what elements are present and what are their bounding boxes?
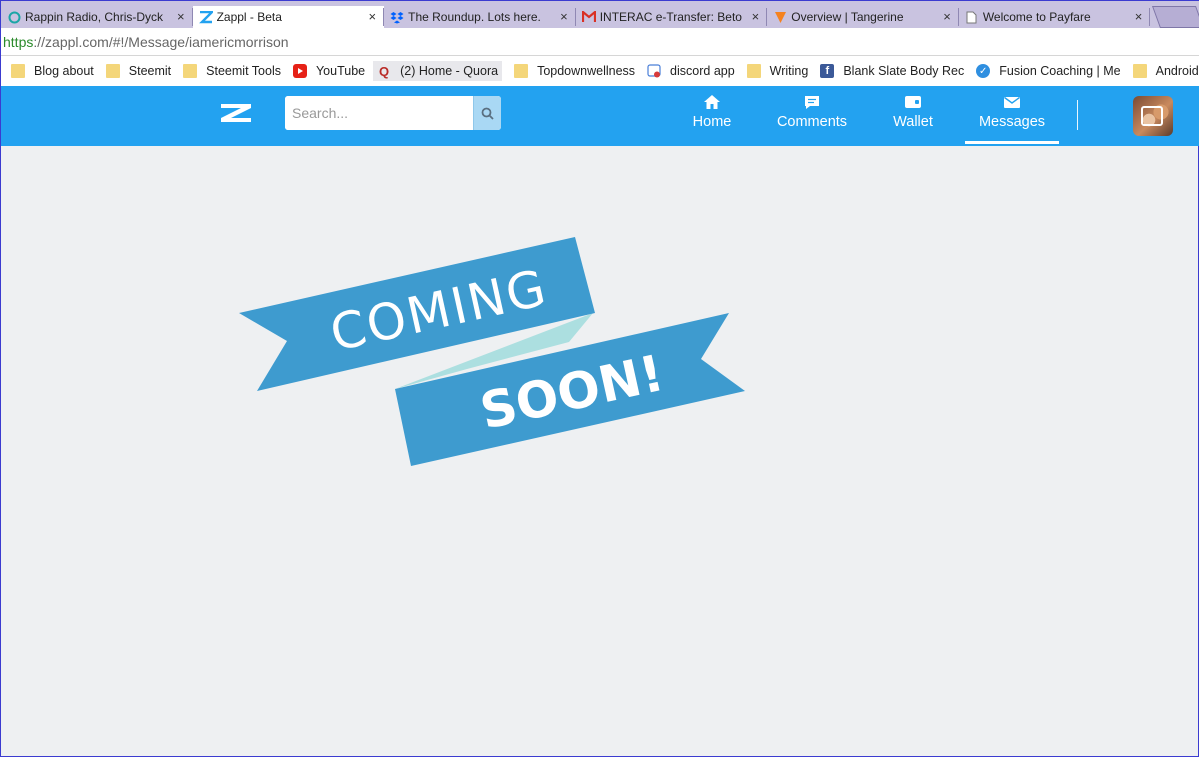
search-input[interactable] — [285, 96, 473, 130]
gmail-icon — [581, 10, 596, 24]
zappl-logo[interactable] — [221, 99, 251, 127]
bookmark-label: Writing — [769, 64, 809, 78]
bookmark-discord[interactable]: discord app — [647, 64, 735, 78]
nav-label: Home — [692, 114, 732, 130]
wallet-icon — [904, 94, 922, 110]
comment-icon — [804, 94, 820, 110]
close-icon[interactable]: × — [177, 9, 185, 24]
tab-title: Rappin Radio, Chris-Dyck — [25, 10, 164, 24]
bookmark-topdownwellness[interactable]: Topdownwellness — [514, 64, 635, 78]
bookmark-blank-slate[interactable]: f Blank Slate Body Rec — [820, 64, 964, 78]
folder-icon — [11, 64, 25, 78]
browser-tab[interactable]: The Roundup. Lots here. × — [384, 6, 576, 28]
check-icon: ✓ — [976, 64, 991, 78]
search-box — [285, 96, 501, 130]
bookmark-android[interactable]: Android — [1132, 64, 1199, 78]
nav-divider — [1077, 100, 1078, 130]
browser-tab[interactable]: Overview | Tangerine × — [767, 6, 959, 28]
nav-wallet[interactable]: Wallet — [890, 86, 936, 146]
nav-comments[interactable]: Comments — [773, 86, 851, 146]
bookmark-label: YouTube — [315, 64, 366, 78]
browser-tab-active[interactable]: Zappl - Beta × — [192, 6, 385, 28]
nav-label: Messages — [978, 114, 1046, 130]
coming-soon-banner: COMING SOON! — [239, 237, 745, 466]
bookmark-label: Android — [1155, 64, 1199, 78]
close-icon[interactable]: × — [752, 9, 760, 24]
bookmark-blog-about[interactable]: Blog about — [11, 64, 94, 78]
browser-tab[interactable]: Rappin Radio, Chris-Dyck × — [1, 6, 193, 28]
url-scheme: https — [3, 33, 34, 50]
close-icon[interactable]: × — [943, 9, 951, 24]
close-icon[interactable]: × — [369, 9, 377, 24]
folder-icon — [105, 64, 120, 78]
folder-icon — [746, 64, 761, 78]
circle-arrow-icon — [7, 10, 21, 24]
bookmark-youtube[interactable]: YouTube — [292, 64, 366, 78]
search-icon — [481, 107, 494, 120]
url-path: ://zappl.com/#!/Message/iamericmorrison — [33, 33, 289, 50]
browser-tab-strip: Rappin Radio, Chris-Dyck × Zappl - Beta … — [1, 1, 1199, 28]
bookmark-label: (2) Home - Quora — [400, 64, 499, 78]
bookmark-label: Topdownwellness — [537, 64, 636, 78]
folder-icon — [514, 64, 529, 78]
tab-title: Overview | Tangerine — [791, 10, 904, 24]
quora-icon: Q — [379, 63, 390, 79]
bookmark-steemit-tools[interactable]: Steemit Tools — [183, 64, 281, 78]
bookmark-label: Steemit Tools — [206, 64, 281, 78]
envelope-icon — [1003, 94, 1021, 110]
browser-tab[interactable]: INTERAC e-Transfer: Beto × — [576, 6, 768, 28]
bookmark-writing[interactable]: Writing — [746, 64, 809, 78]
page-icon — [965, 10, 979, 24]
bookmark-fusion-coaching[interactable]: ✓ Fusion Coaching | Me — [976, 64, 1121, 78]
tab-title: INTERAC e-Transfer: Beto — [599, 10, 742, 24]
bookmark-label: discord app — [670, 64, 735, 78]
search-button[interactable] — [473, 96, 501, 130]
app-navbar: Home Comments Wallet Messages — [1, 86, 1199, 146]
bookmark-label: Fusion Coaching | Me — [999, 64, 1121, 78]
user-avatar[interactable] — [1133, 96, 1173, 136]
bookmark-label: Steemit — [128, 64, 172, 78]
home-icon — [703, 94, 721, 110]
bookmark-label: Blank Slate Body Rec — [843, 64, 965, 78]
avatar-graphic — [1141, 106, 1163, 126]
folder-icon — [183, 64, 198, 78]
tab-title: Welcome to Payfare — [982, 10, 1091, 24]
bookmarks-bar: Blog about Steemit Steemit Tools YouTube… — [1, 56, 1199, 86]
bookmark-quora[interactable]: Q (2) Home - Quora — [373, 61, 503, 81]
facebook-icon: f — [820, 64, 835, 78]
nav-label: Comments — [776, 114, 848, 130]
tab-title: Zappl - Beta — [216, 10, 282, 24]
folder-icon — [1132, 64, 1147, 78]
browser-tab[interactable]: Welcome to Payfare × — [959, 6, 1151, 28]
tab-title: The Roundup. Lots here. — [408, 10, 541, 24]
nav-home[interactable]: Home — [687, 86, 737, 146]
address-bar[interactable]: https://zappl.com/#!/Message/iamericmorr… — [1, 28, 1199, 56]
youtube-icon — [292, 64, 307, 78]
dropbox-icon — [390, 10, 404, 24]
tangerine-icon — [773, 10, 787, 24]
close-icon[interactable]: × — [1135, 9, 1143, 24]
bookmark-steemit[interactable]: Steemit — [105, 64, 172, 78]
bookmark-label: Blog about — [34, 64, 94, 78]
zappl-icon — [198, 10, 213, 24]
nav-label: Wallet — [893, 114, 933, 130]
close-icon[interactable]: × — [560, 9, 568, 24]
nav-messages[interactable]: Messages — [965, 86, 1059, 146]
new-tab-button[interactable] — [1152, 6, 1199, 28]
discord-icon — [647, 64, 661, 78]
